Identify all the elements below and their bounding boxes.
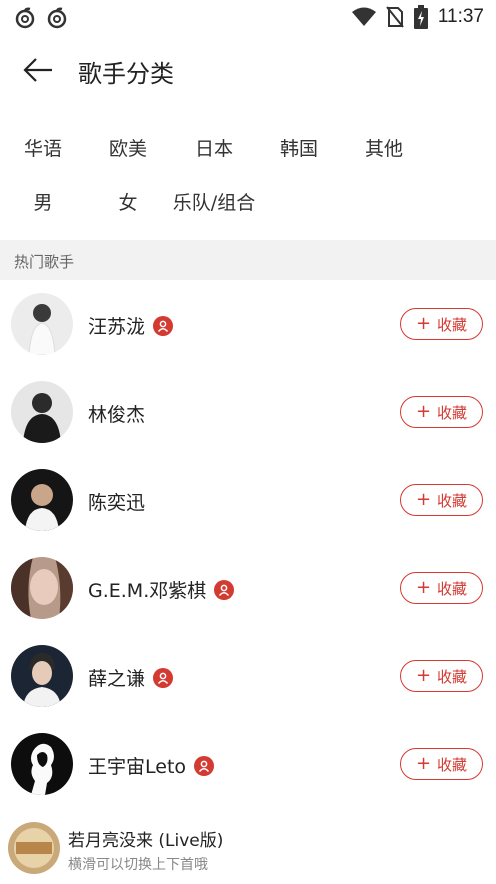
avatar [11, 557, 73, 619]
follow-label: 收藏 [437, 667, 468, 686]
artist-name: 林俊杰 [88, 400, 145, 427]
artist-name: 薛之谦 [88, 664, 174, 691]
netease-music-icon [47, 7, 67, 29]
category-western[interactable]: 欧美 [99, 134, 157, 161]
status-time: 11:37 [437, 6, 484, 27]
artist-name-text: 陈奕迅 [88, 492, 146, 514]
avatar [11, 645, 73, 707]
artist-name-text: 薛之谦 [88, 668, 146, 690]
plus-icon: + [415, 489, 432, 510]
artist-row[interactable]: 林俊杰 + 收藏 [0, 368, 496, 456]
follow-label: 收藏 [437, 755, 468, 774]
artist-row[interactable]: 陈奕迅 + 收藏 [0, 456, 496, 544]
follow-label: 收藏 [437, 491, 468, 510]
status-right-icons: 11:37 [351, 5, 484, 29]
avatar [11, 469, 73, 531]
status-bar: 11:37 [0, 0, 496, 36]
follow-button[interactable]: + 收藏 [400, 484, 483, 516]
status-left-icons [14, 7, 68, 29]
category-band[interactable]: 乐队/组合 [164, 188, 264, 215]
section-title: 热门歌手 [14, 253, 75, 271]
follow-button[interactable]: + 收藏 [400, 308, 483, 340]
artist-name-text: 林俊杰 [88, 404, 146, 426]
plus-icon: + [415, 665, 432, 686]
plus-icon: + [415, 313, 432, 334]
netease-music-icon [15, 7, 35, 29]
plus-icon: + [415, 401, 432, 422]
follow-label: 收藏 [437, 403, 468, 422]
follow-button[interactable]: + 收藏 [400, 748, 483, 780]
follow-label: 收藏 [437, 579, 468, 598]
follow-button[interactable]: + 收藏 [400, 572, 483, 604]
category-female[interactable]: 女 [99, 188, 157, 215]
page-title: 歌手分类 [78, 60, 174, 88]
verified-user-icon [153, 315, 174, 336]
battery-charging-icon [413, 5, 428, 29]
avatar [11, 733, 73, 795]
album-art[interactable] [8, 822, 60, 874]
mini-player[interactable]: 若月亮没来 (Live版) 横滑可以切换上下首哦 [0, 814, 496, 884]
swipe-hint: 横滑可以切换上下首哦 [68, 857, 208, 873]
verified-user-icon [153, 667, 174, 688]
back-button[interactable] [20, 52, 56, 88]
app-bar: 歌手分类 [0, 36, 496, 104]
verified-user-icon [194, 755, 215, 776]
arrow-left-icon [23, 58, 52, 82]
artist-name: 王宇宙Leto [88, 752, 215, 779]
category-japan[interactable]: 日本 [185, 134, 243, 161]
artist-row[interactable]: G.E.M.邓紫棋 + 收藏 [0, 544, 496, 632]
category-korea[interactable]: 韩国 [270, 134, 328, 161]
wifi-icon [351, 7, 376, 26]
artist-name: 陈奕迅 [88, 488, 145, 515]
now-playing-title: 若月亮没来 (Live版) [68, 831, 224, 851]
category-other[interactable]: 其他 [355, 134, 413, 161]
artist-name: G.E.M.邓紫棋 [88, 576, 235, 603]
avatar [11, 293, 73, 355]
follow-label: 收藏 [437, 315, 468, 334]
plus-icon: + [415, 577, 432, 598]
follow-button[interactable]: + 收藏 [400, 660, 483, 692]
follow-button[interactable]: + 收藏 [400, 396, 483, 428]
verified-user-icon [214, 579, 235, 600]
artist-name-text: 王宇宙Leto [88, 756, 187, 778]
category-male[interactable]: 男 [14, 188, 72, 215]
artist-row[interactable]: 王宇宙Leto + 收藏 [0, 720, 496, 808]
artist-name-text: G.E.M.邓紫棋 [88, 580, 207, 602]
artist-name: 汪苏泷 [88, 312, 174, 339]
artist-name-text: 汪苏泷 [88, 316, 146, 338]
plus-icon: + [415, 753, 432, 774]
no-sim-icon [386, 6, 404, 28]
category-chinese[interactable]: 华语 [14, 134, 72, 161]
artist-row[interactable]: 汪苏泷 + 收藏 [0, 280, 496, 368]
avatar [11, 381, 73, 443]
section-header: 热门歌手 [0, 240, 496, 280]
artist-row[interactable]: 薛之谦 + 收藏 [0, 632, 496, 720]
